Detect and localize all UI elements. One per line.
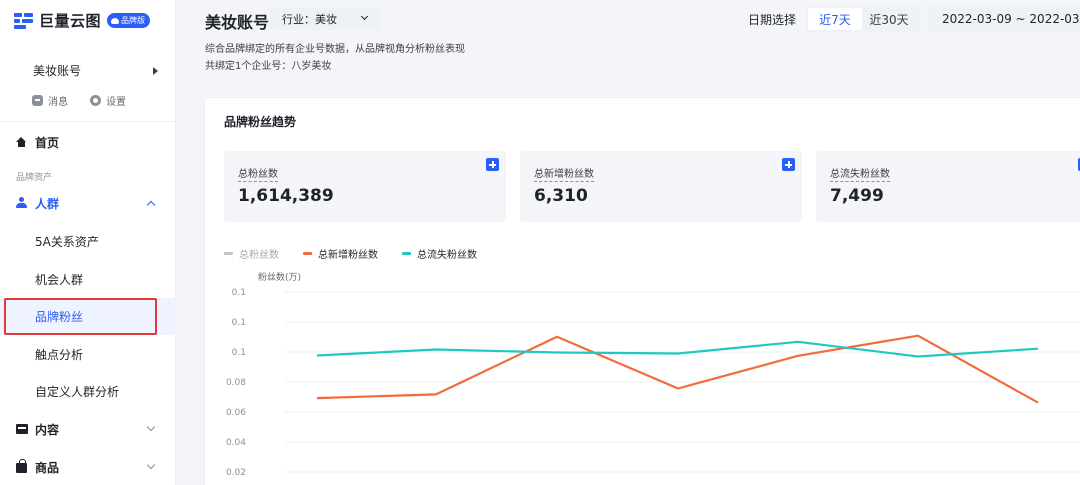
sidebar-subitem-label: 自定义人群分析 [35,384,120,399]
gear-icon [90,95,101,106]
y-tick-label: 0.02 [226,468,246,478]
caret-right-icon [153,66,158,75]
stat-card-lost-fans: 总流失粉丝数 7,499 [816,151,1080,222]
chevron-down-icon [360,12,369,21]
messages-label: 消息 [48,97,68,108]
sidebar-item-goods[interactable]: 商品 [0,449,176,485]
industry-select[interactable]: 行业：美妆 [270,8,380,30]
account-name: 美妆账号 [33,64,82,78]
stat-label: 总流失粉丝数 [830,165,890,182]
brand-logo[interactable]: 巨量云图 品牌版 [14,10,151,31]
annotation-highlight-box [4,298,157,335]
utility-row: 消息 设置 [32,93,126,108]
sidebar-subitem-opportunity[interactable]: 机会人群 [0,261,176,297]
tab-last-7-days[interactable]: 近7天 [808,8,862,30]
stat-value: 1,614,389 [238,186,334,206]
tab-last-30-days[interactable]: 近30天 [862,8,916,30]
stat-value: 6,310 [534,186,588,206]
page-description: 综合品牌绑定的所有企业号数据，从品牌视角分析粉丝表现 [205,44,465,55]
y-axis-label: 粉丝数(万) [258,271,301,283]
sidebar-subitem-custom[interactable]: 自定义人群分析 [0,373,176,409]
account-switcher[interactable]: 美妆账号 [33,62,158,79]
sidebar-item-crowd[interactable]: 人群 [0,185,176,221]
legend-swatch [224,252,233,255]
stat-label: 总粉丝数 [238,165,278,182]
edition-badge-label: 品牌版 [121,16,146,25]
series-line-1 [316,334,1039,404]
content-icon [16,424,28,434]
sidebar-subitem-label: 触点分析 [35,347,84,362]
y-tick-label: 0.1 [232,318,246,328]
page-title: 美妆账号 [205,13,270,32]
logo-mark-icon [14,12,34,29]
settings-label: 设置 [106,97,126,108]
legend-item-lost-fans[interactable]: 总流失粉丝数 [402,246,477,261]
date-tabs: 近7天 近30天 [806,6,920,32]
sidebar-item-label: 商品 [35,460,60,475]
legend-label: 总粉丝数 [239,250,279,261]
home-icon [16,137,27,147]
sidebar-subitem-label: 5A关系资产 [35,234,99,249]
legend-label: 总新增粉丝数 [318,250,378,261]
stat-card-total-fans: 总粉丝数 1,614,389 [224,151,506,222]
legend-swatch [303,252,312,255]
sidebar-item-label: 人群 [35,196,60,211]
y-tick-label: 0.08 [226,378,246,388]
card-title: 品牌粉丝趋势 [224,115,297,129]
add-metric-button[interactable] [782,158,795,171]
date-label: 日期选择 [748,13,797,27]
user-icon [16,197,27,209]
stat-label: 总新增粉丝数 [534,165,594,182]
chevron-down-icon [146,460,156,470]
legend-label: 总流失粉丝数 [417,250,477,261]
messages-link[interactable]: 消息 [32,93,68,108]
settings-link[interactable]: 设置 [90,93,126,108]
y-tick-label: 0.1 [232,288,246,298]
sidebar-subitem-5a[interactable]: 5A关系资产 [0,223,176,259]
legend-item-new-fans[interactable]: 总新增粉丝数 [303,246,378,261]
sidebar-subitem-touchpoint[interactable]: 触点分析 [0,336,176,372]
date-range-picker[interactable]: 2022-03-09 ~ 2022-03-15 [928,6,1080,32]
bound-accounts-note: 共绑定1个企业号：八岁美妆 [205,61,332,72]
series-line-2 [316,340,1039,358]
message-icon [32,95,43,106]
stat-value: 7,499 [830,186,884,206]
legend-item-total-fans[interactable]: 总粉丝数 [224,246,279,261]
sidebar-subitem-label: 机会人群 [35,272,84,287]
add-metric-button[interactable] [486,158,499,171]
sidebar-divider [0,121,176,122]
sidebar: 巨量云图 品牌版 美妆账号 消息 设置 首页 品牌资产 人群 5A关系资产 机会… [0,0,176,485]
sidebar-item-label: 首页 [35,135,60,150]
cloud-icon [111,17,120,24]
edition-badge: 品牌版 [107,13,151,28]
y-tick-label: 0.04 [226,438,246,448]
sidebar-item-home[interactable]: 首页 [0,124,176,160]
sidebar-item-label: 内容 [35,422,60,437]
stat-card-new-fans: 总新增粉丝数 6,310 [520,151,802,222]
y-tick-label: 0.1 [232,348,246,358]
chart-legend: 总粉丝数 总新增粉丝数 总流失粉丝数 [224,246,477,261]
logo-text: 巨量云图 [39,12,102,30]
fans-trend-chart: 粉丝数(万) 0.1 0.1 0.1 0.08 0.06 0.04 0.02 [226,271,1080,478]
industry-select-value: 行业：美妆 [282,13,337,26]
sidebar-group-label: 品牌资产 [16,173,53,183]
legend-swatch [402,252,411,255]
shopping-bag-icon [16,459,27,473]
chevron-down-icon [146,422,156,432]
chevron-up-icon [146,200,156,210]
sidebar-item-content[interactable]: 内容 [0,411,176,447]
y-tick-label: 0.06 [226,408,246,418]
